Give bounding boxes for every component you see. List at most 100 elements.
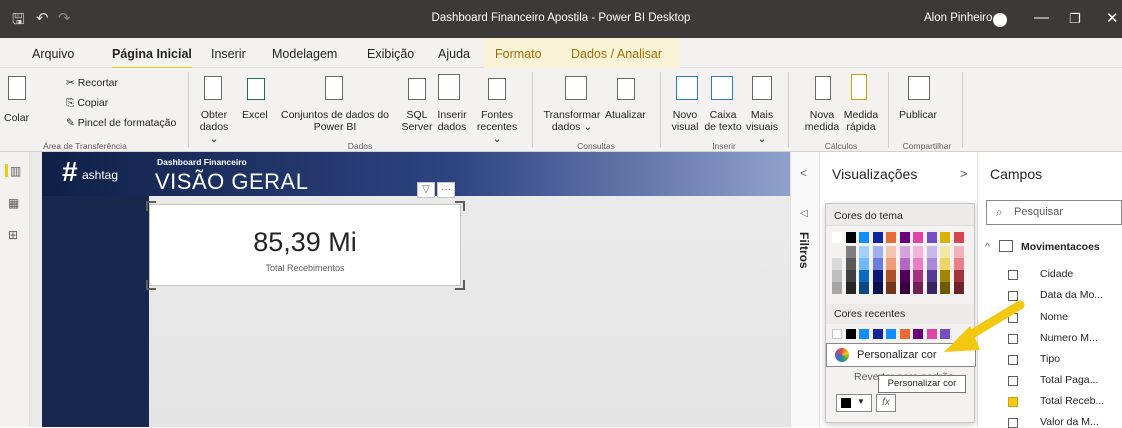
tab-arquivo[interactable]: Arquivo [32, 47, 74, 61]
resize-handle[interactable] [146, 280, 156, 290]
transform-icon[interactable] [565, 76, 587, 100]
close-button[interactable]: ✕ [1106, 9, 1119, 27]
color-swatch[interactable] [872, 329, 883, 339]
sql-server-button[interactable]: SQL Server [400, 109, 434, 133]
search-input[interactable]: ⌕ Pesquisar [986, 200, 1122, 225]
data-view-icon[interactable]: ▦ [8, 196, 22, 210]
color-swatch[interactable] [913, 329, 923, 339]
color-swatch[interactable] [859, 329, 869, 339]
new-visual-button[interactable]: Novo visual [670, 109, 700, 133]
color-swatch[interactable] [953, 246, 964, 258]
field-item[interactable]: Numero M... [1040, 332, 1098, 344]
report-view-icon[interactable]: ▥ [5, 164, 21, 178]
color-swatch[interactable] [899, 258, 910, 270]
field-item[interactable]: Total Receb... [1040, 395, 1104, 407]
database-icon[interactable] [204, 76, 222, 100]
quick-measure-icon[interactable] [851, 74, 867, 100]
color-swatch[interactable] [953, 258, 964, 270]
color-swatch[interactable] [940, 246, 950, 258]
color-swatch[interactable] [926, 329, 937, 339]
tab-formato[interactable]: Formato [495, 47, 542, 61]
color-swatch[interactable] [899, 232, 910, 243]
color-swatch[interactable] [886, 246, 896, 258]
resize-handle[interactable] [146, 201, 156, 211]
user-name[interactable]: Alon Pinheiro [924, 12, 992, 24]
model-view-icon[interactable]: ⊞ [8, 228, 22, 242]
color-swatch[interactable] [845, 329, 856, 339]
filter-pane-icon[interactable]: ◁ [800, 208, 808, 219]
publish-button[interactable]: Publicar [899, 109, 937, 121]
table-icon[interactable] [438, 74, 460, 100]
color-swatch[interactable] [872, 282, 883, 294]
color-swatch[interactable] [832, 232, 842, 243]
color-swatch[interactable] [845, 270, 856, 282]
color-swatch[interactable] [899, 329, 910, 339]
color-swatch[interactable] [859, 232, 869, 243]
color-swatch[interactable] [940, 232, 950, 243]
text-box-button[interactable]: Caixa de texto [704, 109, 742, 133]
color-swatch[interactable] [859, 270, 869, 282]
tab-modelagem[interactable]: Modelagem [272, 47, 337, 61]
tab-dados-analisar[interactable]: Dados / Analisar [571, 47, 662, 61]
paste-icon[interactable] [8, 76, 26, 100]
color-swatch[interactable] [886, 258, 896, 270]
text-box-icon[interactable] [711, 76, 733, 100]
cut-button[interactable]: ✂ Recortar [66, 77, 118, 89]
minimize-button[interactable]: — [1034, 9, 1049, 26]
color-swatch[interactable] [926, 270, 937, 282]
field-item[interactable]: Nome [1040, 311, 1068, 323]
color-swatch[interactable] [926, 258, 937, 270]
field-checkbox[interactable] [1008, 376, 1018, 386]
refresh-icon[interactable] [617, 78, 635, 100]
color-swatch[interactable] [832, 246, 842, 258]
resize-handle[interactable] [455, 201, 465, 211]
paste-button[interactable]: Colar [4, 112, 29, 124]
filter-icon[interactable]: ▽ [417, 182, 435, 198]
filters-pane[interactable]: < ◁ Filtros [790, 152, 820, 427]
color-swatch[interactable] [872, 270, 883, 282]
collapse-icon[interactable]: < [800, 166, 807, 180]
color-swatch[interactable] [926, 232, 937, 243]
sql-icon[interactable] [408, 78, 426, 100]
chevron-up-icon[interactable]: ^ [985, 241, 990, 253]
color-swatch[interactable] [913, 246, 923, 258]
tab-pagina-inicial[interactable]: Página Inicial [112, 47, 192, 69]
publish-icon[interactable] [908, 76, 930, 100]
color-swatch[interactable] [913, 282, 923, 294]
field-item[interactable]: Cidade [1040, 268, 1073, 280]
color-swatch[interactable] [940, 258, 950, 270]
color-swatch[interactable] [899, 246, 910, 258]
color-swatch[interactable] [913, 258, 923, 270]
color-swatch[interactable] [832, 329, 842, 339]
field-item[interactable]: Tipo [1040, 353, 1060, 365]
color-swatch[interactable] [913, 270, 923, 282]
datasets-icon[interactable] [325, 76, 343, 100]
color-swatch[interactable] [886, 270, 896, 282]
color-swatch[interactable] [953, 282, 964, 294]
format-painter-button[interactable]: ✎ Pincel de formatação [66, 117, 176, 129]
field-checkbox[interactable] [1008, 397, 1018, 407]
refresh-button[interactable]: Atualizar [605, 109, 646, 121]
color-swatch[interactable] [886, 329, 896, 339]
field-item[interactable]: Valor da M... [1040, 416, 1099, 428]
color-swatch[interactable] [832, 270, 842, 282]
color-swatch[interactable] [940, 270, 950, 282]
chevron-right-icon[interactable]: > [960, 166, 968, 181]
table-name[interactable]: Movimentacoes [1021, 241, 1100, 253]
tab-inserir[interactable]: Inserir [211, 47, 246, 61]
color-swatch[interactable] [953, 270, 964, 282]
datasets-button[interactable]: Conjuntos de dados do Power BI [270, 109, 400, 133]
maximize-button[interactable]: ❐ [1069, 11, 1081, 27]
total-recebimentos-card[interactable]: 85,39 Mi Total Recebimentos [149, 204, 461, 286]
resize-handle[interactable] [455, 280, 465, 290]
enter-data-button[interactable]: Inserir dados [434, 109, 470, 133]
color-swatch[interactable] [953, 232, 964, 243]
copy-button[interactable]: ⎘ Copiar [66, 97, 108, 109]
color-swatch[interactable] [872, 232, 883, 243]
color-swatch[interactable] [913, 232, 923, 243]
new-measure-button[interactable]: Nova medida [804, 109, 840, 133]
more-visuals-icon[interactable] [752, 76, 772, 100]
color-swatch[interactable] [926, 282, 937, 294]
field-checkbox[interactable] [1008, 270, 1018, 280]
color-swatch[interactable] [845, 232, 856, 243]
